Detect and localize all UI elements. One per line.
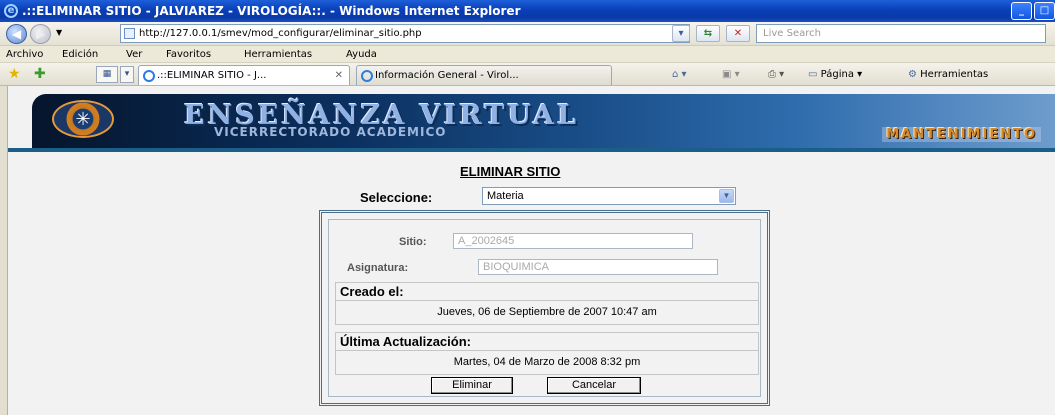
page-title: ELIMINAR SITIO (460, 164, 561, 179)
forward-button[interactable]: ▶ (30, 24, 51, 44)
tab-label: Información General - Virol... (375, 70, 519, 81)
history-dropdown-icon[interactable]: ▼ (56, 28, 62, 37)
menu-bar: Archivo Edición Ver Favoritos Herramient… (0, 46, 1055, 63)
tab-eliminar-sitio[interactable]: .::ELIMINAR SITIO - J... ✕ (138, 65, 350, 85)
page-menu-label: Página (820, 69, 854, 80)
created-section: Creado el: Jueves, 06 de Septiembre de 2… (335, 282, 759, 325)
close-tab-icon[interactable]: ✕ (335, 66, 343, 85)
address-url: http://127.0.0.1/smev/mod_configurar/eli… (139, 28, 422, 39)
site-details-inner: Sitio: A_2002645 Asignatura: BIOQUIMICA … (328, 219, 761, 397)
type-select-value: Materia (487, 190, 524, 202)
delete-button[interactable]: Eliminar (431, 377, 513, 394)
created-value: Jueves, 06 de Septiembre de 2007 10:47 a… (437, 306, 657, 318)
banner-divider (8, 148, 1055, 152)
refresh-button[interactable]: ⇆ (696, 25, 720, 42)
subject-field-value: BIOQUIMICA (483, 261, 550, 273)
feeds-icon[interactable]: ▣ ▾ (722, 67, 740, 82)
university-logo-icon: ✳ (52, 100, 114, 138)
add-favorite-icon[interactable]: ✚ (34, 66, 46, 82)
menu-item-archivo[interactable]: Archivo (6, 46, 43, 63)
window-controls: _ □ (1011, 2, 1055, 20)
maximize-button[interactable]: □ (1034, 2, 1055, 20)
site-details-panel: Sitio: A_2002645 Asignatura: BIOQUIMICA … (319, 210, 770, 406)
updated-value: Martes, 04 de Marzo de 2008 8:32 pm (453, 356, 641, 368)
tab-list-dropdown-icon[interactable]: ▾ (120, 66, 134, 83)
browser-left-border (0, 86, 8, 415)
menu-item-favoritos[interactable]: Favoritos (166, 46, 211, 63)
address-toolbar: ◀ ▶ ▼ http://127.0.0.1/smev/mod_configur… (0, 22, 1055, 46)
updated-label: Última Actualización: (336, 333, 758, 351)
menu-item-ver[interactable]: Ver (126, 46, 142, 63)
home-icon[interactable]: ⌂ ▾ (672, 67, 687, 82)
stop-button[interactable]: ✕ (726, 25, 750, 42)
quick-tabs-button[interactable]: ▦ (96, 66, 118, 83)
chevron-down-icon[interactable]: ▼ (719, 189, 734, 203)
favorites-star-icon[interactable]: ★ (8, 66, 21, 82)
search-input[interactable]: Live Search (756, 24, 1046, 43)
site-field[interactable]: A_2002645 (453, 233, 693, 249)
tab-informacion-general[interactable]: Información General - Virol... (356, 65, 612, 85)
window-title: .::ELIMINAR SITIO - JALVIAREZ - VIROLOGÍ… (22, 4, 521, 18)
banner-subtitle: VICERRECTORADO ACADEMICO (214, 125, 447, 139)
internet-explorer-icon: e (4, 4, 18, 18)
page-icon (124, 28, 135, 39)
ie-page-icon (143, 70, 155, 82)
page-menu-button[interactable]: ▭ Página ▾ (808, 67, 862, 82)
updated-section: Última Actualización: Martes, 04 de Marz… (335, 332, 759, 375)
back-button[interactable]: ◀ (6, 24, 27, 44)
address-dropdown-button[interactable]: ▾ (672, 25, 690, 42)
address-input[interactable]: http://127.0.0.1/smev/mod_configurar/eli… (120, 24, 690, 43)
created-label: Creado el: (336, 283, 758, 301)
site-field-value: A_2002645 (458, 235, 515, 247)
type-select[interactable]: Materia ▼ (482, 187, 736, 205)
banner-section-tag: MANTENIMIENTO (882, 127, 1041, 142)
tab-bar: ★ ✚ ▦ ▾ .::ELIMINAR SITIO - J... ✕ Infor… (0, 63, 1055, 86)
window-title-bar: e .::ELIMINAR SITIO - JALVIAREZ - VIROLO… (0, 0, 1055, 22)
select-label: Seleccione: (360, 190, 433, 205)
subject-label: Asignatura: (347, 262, 409, 274)
minimize-button[interactable]: _ (1011, 2, 1032, 20)
menu-item-herramientas[interactable]: Herramientas (244, 46, 312, 63)
site-banner: ✳ ENSEÑANZA VIRTUAL VICERRECTORADO ACADE… (32, 94, 1055, 148)
menu-item-ayuda[interactable]: Ayuda (346, 46, 377, 63)
page-content: ✳ ENSEÑANZA VIRTUAL VICERRECTORADO ACADE… (8, 86, 1055, 415)
subject-field[interactable]: BIOQUIMICA (478, 259, 718, 275)
gear-icon: ⚙ (908, 69, 917, 80)
search-placeholder: Live Search (763, 28, 821, 39)
tools-menu-button[interactable]: ⚙ Herramientas (908, 67, 988, 82)
site-label: Sitio: (399, 236, 427, 248)
ie-page-icon (361, 70, 373, 82)
page-icon: ▭ (808, 69, 818, 80)
print-icon[interactable]: ⎙ ▾ (768, 67, 784, 82)
tools-menu-label: Herramientas (920, 69, 989, 80)
cancel-button[interactable]: Cancelar (547, 377, 641, 394)
menu-item-edicion[interactable]: Edición (62, 46, 98, 63)
tab-label: .::ELIMINAR SITIO - J... (157, 70, 267, 81)
